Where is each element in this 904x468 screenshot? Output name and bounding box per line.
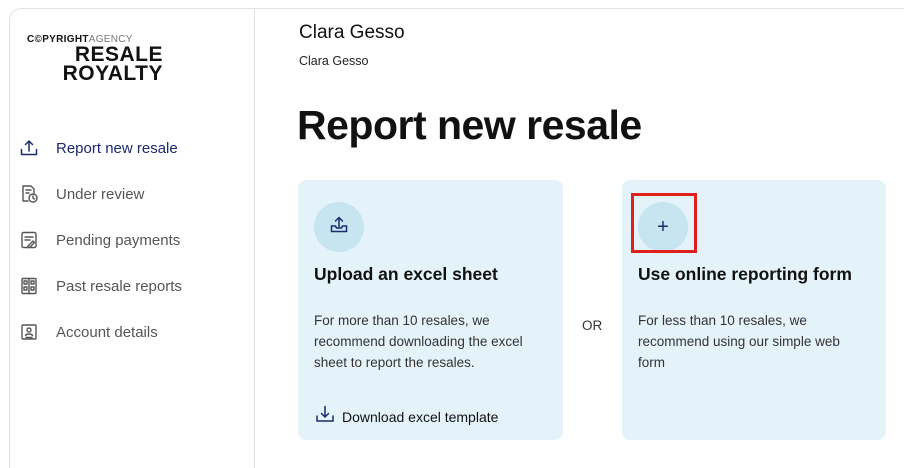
- logo-royalty-text: ROYALTY: [62, 62, 163, 85]
- sidebar-item-label: Pending payments: [56, 231, 181, 249]
- copyright-agency-logo: C©PYRIGHTAGENCY RESALE ROYALTY: [27, 34, 187, 85]
- upload-tray-icon: [329, 215, 349, 240]
- archive-drawers-icon: [18, 275, 40, 297]
- online-form-card[interactable]: + Use online reporting form For less tha…: [622, 180, 886, 440]
- id-card-icon: [18, 321, 40, 343]
- sidebar-item-account-details[interactable]: Account details: [18, 309, 182, 355]
- sidebar-item-past-resale-reports[interactable]: Past resale reports: [18, 263, 182, 309]
- download-link-label: Download excel template: [342, 408, 499, 425]
- sidebar-item-report-new-resale[interactable]: Report new resale: [18, 125, 182, 171]
- download-excel-template-link[interactable]: Download excel template: [314, 404, 498, 429]
- sidebar-item-under-review[interactable]: Under review: [18, 171, 182, 217]
- online-card-title: Use online reporting form: [638, 264, 852, 284]
- plus-icon-circle[interactable]: +: [638, 202, 688, 252]
- download-tray-icon: [314, 404, 336, 429]
- upload-icon-circle: [314, 202, 364, 252]
- upload-card-title: Upload an excel sheet: [314, 264, 498, 284]
- user-name: Clara Gesso: [299, 22, 405, 43]
- document-pen-icon: [18, 229, 40, 251]
- upload-card-description: For more than 10 resales, we recommend d…: [314, 313, 523, 370]
- plus-icon: +: [657, 216, 669, 238]
- upload-excel-card[interactable]: Upload an excel sheet For more than 10 r…: [298, 180, 563, 440]
- or-separator: OR: [582, 318, 603, 333]
- sidebar-item-label: Past resale reports: [56, 277, 182, 295]
- document-clock-icon: [18, 183, 40, 205]
- upload-tray-icon: [18, 137, 40, 159]
- sidebar-item-label: Account details: [56, 323, 158, 341]
- sidebar-nav: Report new resale Under review Pending p…: [18, 125, 182, 355]
- online-card-description: For less than 10 resales, we recommend u…: [638, 313, 840, 370]
- sidebar-item-pending-payments[interactable]: Pending payments: [18, 217, 182, 263]
- sidebar-item-label: Under review: [56, 185, 145, 203]
- sidebar-item-label: Report new resale: [56, 139, 178, 157]
- user-subtitle: Clara Gesso: [299, 54, 369, 68]
- page-title: Report new resale: [297, 102, 642, 148]
- logo-copy-text: C©PY: [27, 34, 57, 45]
